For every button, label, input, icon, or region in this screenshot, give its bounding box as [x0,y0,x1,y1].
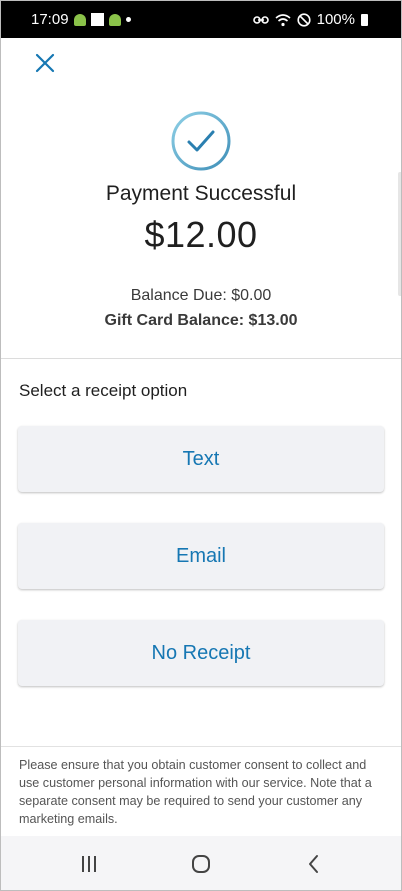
dot-icon [125,17,131,22]
do-not-disturb-icon [297,12,311,27]
close-icon [35,53,55,73]
recent-apps-button[interactable] [77,852,101,876]
link-icon [252,15,269,24]
square-icon [90,13,104,26]
payment-amount: $12.00 [144,214,258,255]
recent-apps-icon [82,856,96,872]
divider [0,358,402,359]
navigation-bar [0,836,402,891]
android-icon [73,13,86,26]
receipt-option-label: Select a receipt option [19,381,188,400]
email-receipt-button[interactable]: Email [18,523,384,589]
success-check [171,111,231,171]
back-icon [309,855,318,873]
back-button[interactable] [302,852,326,876]
no-receipt-button[interactable]: No Receipt [18,620,384,686]
home-icon [192,855,210,873]
status-bar-right: 100% [252,11,368,28]
home-button[interactable] [189,852,213,876]
scroll-handle[interactable] [398,172,402,296]
text-receipt-button[interactable]: Text [18,426,384,492]
gift-card-balance: Gift Card Balance: $13.00 [104,312,298,329]
close-button[interactable] [34,52,56,74]
battery-icon [361,13,368,26]
notice-divider [0,746,402,747]
android-icon [108,13,121,26]
status-bar: 17:09 100% [0,0,402,38]
payment-title: Payment Successful [105,182,297,205]
status-bar-left: 17:09 [31,11,131,28]
wifi-icon [275,13,291,26]
check-circle-icon [171,111,231,171]
status-time: 17:09 [31,11,69,28]
balance-due: Balance Due: $0.00 [130,287,272,304]
battery-percent: 100% [316,11,355,28]
consent-notice: Please ensure that you obtain customer c… [19,758,372,826]
